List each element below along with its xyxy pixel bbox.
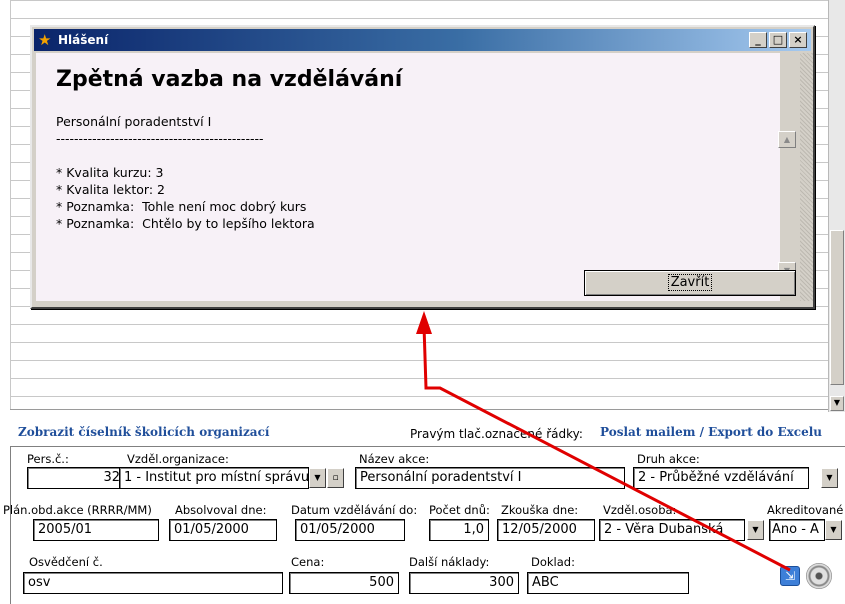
osvedceni-label: Osvědčení č.: [29, 555, 103, 569]
zkouska-input[interactable]: 12/05/2000: [497, 519, 595, 541]
dialog-content: Zpětná vazba na vzdělávání Personální po…: [36, 53, 796, 301]
nazev-label: Název akce:: [359, 452, 430, 466]
message-line: * Poznamka: Tohle není moc dobrý kurs: [56, 199, 307, 214]
dalsi-input[interactable]: 300: [409, 572, 519, 594]
zkouska-label: Zkouška dne:: [501, 503, 579, 517]
dialog-heading: Zpětná vazba na vzdělávání: [56, 67, 403, 92]
doklad-label: Doklad:: [531, 555, 575, 569]
mail-export-link[interactable]: Poslat mailem / Export do Excelu: [600, 425, 822, 439]
dalsi-label: Další náklady:: [409, 555, 490, 569]
datum-do-input[interactable]: 01/05/2000: [295, 519, 405, 541]
form-panel: Pers.č.: 32 Vzděl.organizace: 1 - Instit…: [3, 446, 845, 604]
doklad-input[interactable]: ABC: [527, 572, 689, 594]
minimize-button[interactable]: _: [749, 32, 767, 48]
chevron-down-icon[interactable]: ▼: [821, 468, 838, 488]
scrollbar-thumb[interactable]: [830, 230, 844, 385]
disc-icon[interactable]: [806, 563, 832, 589]
dialog-message: Personální poradentství I --------------…: [56, 113, 756, 232]
pocet-label: Počet dnů:: [429, 503, 490, 517]
osoba-label: Vzděl.osoba:: [603, 503, 677, 517]
absolv-input[interactable]: 01/05/2000: [169, 519, 277, 541]
absolv-label: Absolvoval dne:: [175, 503, 267, 517]
scroll-up-icon[interactable]: ▲: [778, 131, 796, 148]
dialog-title: Hlášení: [58, 33, 109, 47]
chevron-down-icon[interactable]: ▼: [747, 520, 764, 540]
right-click-label: Pravým tlač.označené řádky:: [410, 427, 583, 441]
show-orgs-link[interactable]: Zobrazit číselník školicích organizací: [18, 425, 269, 439]
org-detail-button[interactable]: ▫: [327, 468, 344, 488]
chevron-down-icon[interactable]: ▼: [825, 520, 842, 540]
cena-label: Cena:: [291, 555, 325, 569]
maximize-button[interactable]: □: [769, 32, 787, 48]
org-label: Vzděl.organizace:: [127, 452, 229, 466]
akred-select[interactable]: Ano - A: [769, 519, 825, 541]
message-line: Personální poradentství I: [56, 114, 212, 129]
message-line: * Kvalita lektor: 2: [56, 182, 165, 197]
message-line: * Poznamka: Chtělo by to lepšího lektora: [56, 216, 315, 231]
pers-label: Pers.č.:: [27, 452, 69, 466]
close-button[interactable]: Zavřít: [584, 270, 796, 296]
dialog-titlebar[interactable]: ★ Hlášení _ □ ×: [34, 29, 811, 51]
message-line: * Kvalita kurzu: 3: [56, 165, 164, 180]
scroll-down-button[interactable]: ▼: [830, 396, 844, 411]
plan-input[interactable]: 2005/01: [33, 519, 159, 541]
cena-input[interactable]: 500: [289, 572, 399, 594]
druh-select[interactable]: 2 - Průběžné vzdělávání: [633, 467, 809, 489]
pers-input[interactable]: 32: [27, 467, 125, 489]
app-icon: ★: [38, 31, 52, 49]
close-window-button[interactable]: ×: [789, 32, 807, 48]
osvedceni-input[interactable]: osv: [23, 572, 283, 594]
grid-vertical-scrollbar[interactable]: ▼: [828, 0, 845, 412]
resize-pattern: [800, 53, 813, 301]
export-icon[interactable]: ⇲: [780, 566, 800, 586]
org-select[interactable]: 1 - Institut pro místní správu: [119, 467, 309, 489]
plan-label: Plán.obd.akce (RRRR/MM): [3, 503, 152, 517]
osoba-select[interactable]: 2 - Věra Dubanská: [599, 519, 745, 541]
druh-label: Druh akce:: [637, 452, 700, 466]
message-dialog: ★ Hlášení _ □ × Zpětná vazba na vzdělává…: [30, 25, 815, 309]
datum-do-label: Datum vzdělávání do:: [291, 503, 418, 517]
close-button-label: Zavřít: [667, 274, 713, 291]
message-line: [56, 147, 756, 164]
pocet-input[interactable]: 1,0: [429, 519, 489, 541]
chevron-down-icon[interactable]: ▼: [309, 468, 326, 488]
message-scrollbar[interactable]: ▲ ▼: [778, 131, 796, 279]
nazev-input[interactable]: Personální poradentství I: [355, 467, 625, 489]
akred-label: Akreditované: [767, 503, 844, 517]
message-line: ----------------------------------------…: [56, 131, 264, 146]
